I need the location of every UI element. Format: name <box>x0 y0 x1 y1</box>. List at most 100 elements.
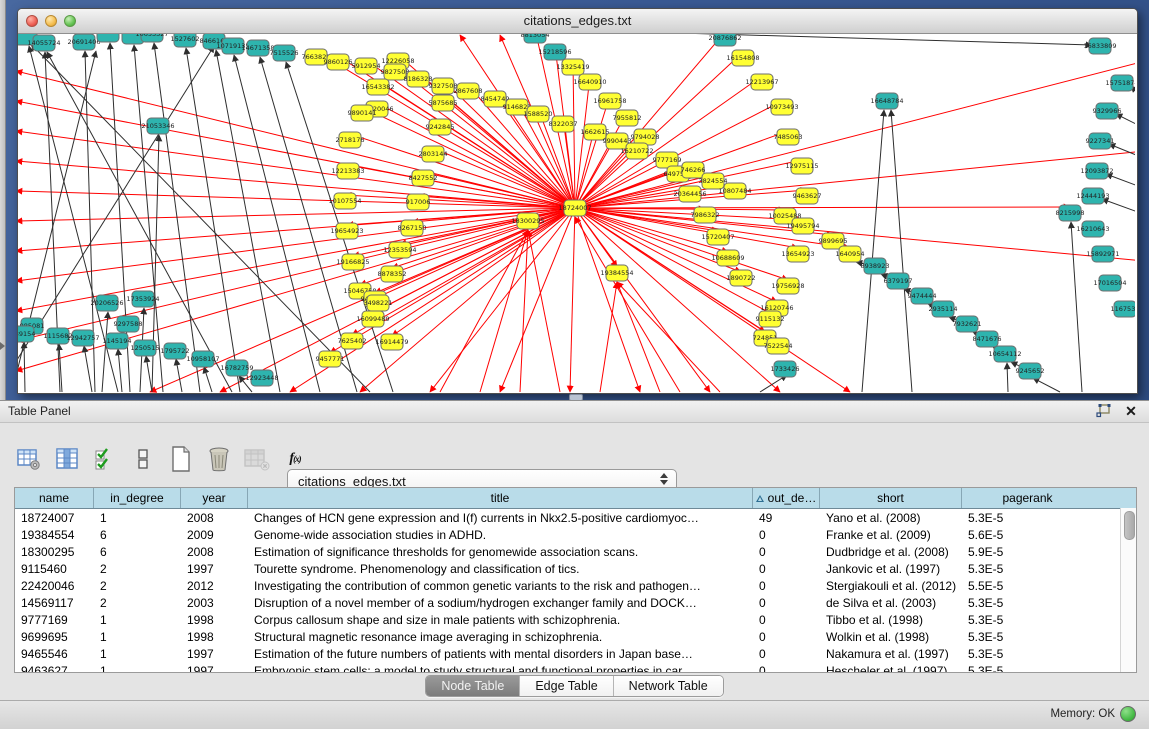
cell-in_degree[interactable]: 6 <box>94 545 181 559</box>
cell-out_de[interactable]: 0 <box>753 528 820 542</box>
cell-short[interactable]: Tibbo et al. (1998) <box>820 613 962 627</box>
graph-node[interactable]: 15751874 <box>1105 75 1135 91</box>
graph-node[interactable]: 746266 <box>681 162 706 178</box>
cell-short[interactable]: Stergiakouli et al. (2012) <box>820 579 962 593</box>
graph-node[interactable]: 20876862 <box>708 34 741 46</box>
graph-node[interactable]: 8813054 <box>521 34 550 43</box>
cell-pagerank[interactable]: 5.3E-5 <box>962 647 1093 661</box>
cell-pagerank[interactable]: 5.5E-5 <box>962 579 1093 593</box>
cell-year[interactable]: 2009 <box>181 528 248 542</box>
column-header-short[interactable]: short <box>820 488 962 508</box>
cell-title[interactable]: Corpus callosum shape and size in male p… <box>248 613 753 627</box>
cell-name[interactable]: 18300295 <box>15 545 94 559</box>
graph-node[interactable]: 15892971 <box>1086 246 1119 262</box>
graph-node[interactable]: 13654923 <box>781 246 814 262</box>
cell-short[interactable]: Yano et al. (2008) <box>820 511 962 525</box>
cell-name[interactable]: 9463627 <box>15 664 94 674</box>
citation-edge-black[interactable] <box>862 110 884 392</box>
graph-node[interactable]: 9474444 <box>908 288 937 304</box>
cell-out_de[interactable]: 0 <box>753 630 820 644</box>
graph-node[interactable]: 9463627 <box>793 188 822 204</box>
cell-short[interactable]: Wolkin et al. (1998) <box>820 630 962 644</box>
column-header-year[interactable]: year <box>181 488 248 508</box>
cell-year[interactable]: 1997 <box>181 562 248 576</box>
new-column-icon[interactable] <box>168 446 194 472</box>
citation-edge-black[interactable] <box>24 342 25 392</box>
cell-title[interactable]: Embryonic stem cells: a model to study s… <box>248 664 753 674</box>
cell-pagerank[interactable]: 5.3E-5 <box>962 596 1093 610</box>
table-row[interactable]: 2242004622012Investigating the contribut… <box>15 577 1136 594</box>
cell-name[interactable]: 14569117 <box>15 596 94 610</box>
cell-pagerank[interactable]: 5.6E-5 <box>962 528 1093 542</box>
panel-collapse-arrow-icon[interactable] <box>0 342 5 350</box>
citation-edge-black[interactable] <box>146 356 152 392</box>
citation-edge-red[interactable] <box>440 230 528 392</box>
table-row[interactable]: 911546021997Tourette syndrome. Phenomeno… <box>15 560 1136 577</box>
graph-node[interactable]: 20691406 <box>67 34 100 50</box>
column-header-title[interactable]: title <box>248 488 753 508</box>
cell-short[interactable]: Jankovic et al. (1997) <box>820 562 962 576</box>
graph-node[interactable]: 15218596 <box>538 44 571 60</box>
cell-in_degree[interactable]: 1 <box>94 664 181 674</box>
graph-node[interactable]: 8427552 <box>409 170 438 186</box>
graph-node[interactable]: 1733426 <box>771 361 800 377</box>
citation-edge-black[interactable] <box>176 359 182 392</box>
cell-out_de[interactable]: 0 <box>753 664 820 674</box>
graph-node[interactable]: 9227341 <box>1086 133 1115 149</box>
tab-edge-table[interactable]: Edge Table <box>520 676 613 696</box>
column-visibility-icon[interactable] <box>54 446 80 472</box>
cell-in_degree[interactable]: 2 <box>94 562 181 576</box>
cell-in_degree[interactable]: 1 <box>94 511 181 525</box>
citation-edge-red[interactable] <box>575 208 640 392</box>
cell-year[interactable]: 1997 <box>181 664 248 674</box>
cell-year[interactable]: 2003 <box>181 596 248 610</box>
cell-out_de[interactable]: 0 <box>753 613 820 627</box>
graph-node[interactable]: 8471676 <box>973 331 1002 347</box>
tab-network-table[interactable]: Network Table <box>614 676 723 696</box>
graph-node[interactable]: 19756928 <box>771 278 804 294</box>
graph-node[interactable]: 8322037 <box>549 116 578 132</box>
graph-node[interactable]: 9245652 <box>1016 363 1045 379</box>
float-panel-icon[interactable] <box>1095 403 1111 419</box>
citation-edge-black[interactable] <box>1106 174 1135 189</box>
graph-node[interactable]: 10973493 <box>765 99 798 115</box>
table-header-row[interactable]: namein_degreeyeartitleout_de…shortpagera… <box>15 488 1136 509</box>
cell-title[interactable]: Estimation of the future numbers of pati… <box>248 647 753 661</box>
column-header-in_degree[interactable]: in_degree <box>94 488 181 508</box>
citation-edge-red[interactable] <box>575 208 780 392</box>
memory-status-indicator[interactable] <box>1120 706 1136 722</box>
network-window-titlebar[interactable]: citations_edges.txt <box>18 9 1137 34</box>
graph-node[interactable]: 16099489 <box>356 311 389 327</box>
graph-node[interactable] <box>97 34 119 42</box>
cell-year[interactable]: 1998 <box>181 630 248 644</box>
cell-name[interactable]: 9699695 <box>15 630 94 644</box>
graph-node[interactable]: 7955812 <box>613 110 642 126</box>
graph-node[interactable]: 2935114 <box>929 301 958 317</box>
cell-out_de[interactable]: 0 <box>753 579 820 593</box>
cell-short[interactable]: Nakamura et al. (1997) <box>820 647 962 661</box>
graph-node[interactable]: 9329966 <box>1093 103 1122 119</box>
table-scrollbar-thumb[interactable] <box>1124 511 1135 540</box>
cell-in_degree[interactable]: 2 <box>94 579 181 593</box>
graph-node[interactable]: 12213967 <box>745 74 778 90</box>
graph-node[interactable]: 12213383 <box>331 163 364 179</box>
cell-in_degree[interactable]: 2 <box>94 596 181 610</box>
graph-node[interactable]: 8938923 <box>861 258 890 274</box>
graph-node[interactable]: 917006 <box>406 194 431 210</box>
table-row[interactable]: 1872400712008Changes of HCN gene express… <box>15 509 1136 526</box>
citation-edge-black[interactable] <box>84 346 92 392</box>
graph-node[interactable]: 1640954 <box>836 246 865 262</box>
cell-name[interactable]: 9777169 <box>15 613 94 627</box>
graph-node[interactable]: 939154 <box>18 326 35 342</box>
cell-out_de[interactable]: 0 <box>753 545 820 559</box>
table-row[interactable]: 1456911722003Disruption of a novel membe… <box>15 594 1136 611</box>
cell-short[interactable]: Franke et al. (2009) <box>820 528 962 542</box>
graph-node[interactable]: 9860126 <box>324 54 353 70</box>
graph-node[interactable]: 9242845 <box>426 119 455 135</box>
cell-year[interactable]: 2008 <box>181 511 248 525</box>
citation-edge-black[interactable] <box>1102 199 1135 215</box>
graph-node[interactable]: 7485063 <box>774 129 803 145</box>
column-header-name[interactable]: name <box>15 488 94 508</box>
graph-node[interactable]: 13325419 <box>556 59 589 75</box>
graph-node[interactable]: 1145194 <box>103 333 132 349</box>
